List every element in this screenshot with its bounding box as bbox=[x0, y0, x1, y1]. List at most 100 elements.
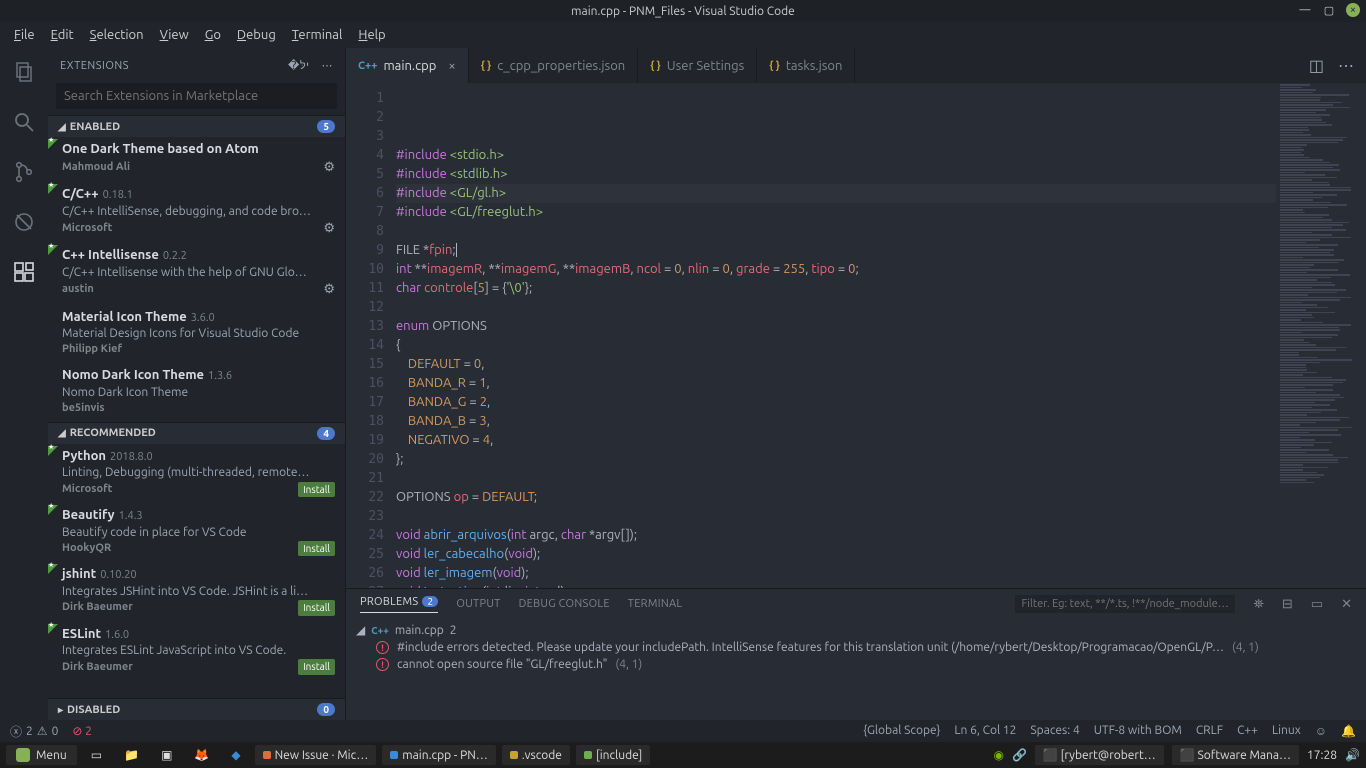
menu-go[interactable]: Go bbox=[197, 26, 229, 44]
tray-terminal[interactable]: ⬛ [rybert@robert… bbox=[1035, 745, 1164, 765]
extension-item[interactable]: One Dark Theme based on AtomMahmoud Ali⚙ bbox=[48, 137, 345, 182]
taskbar-firefox[interactable]: 🦊 bbox=[186, 745, 217, 765]
status-cursor-pos[interactable]: Ln 6, Col 12 bbox=[954, 724, 1016, 738]
sidebar-title: EXTENSIONS bbox=[60, 60, 129, 72]
menu-view[interactable]: View bbox=[152, 26, 197, 44]
install-button[interactable]: Install bbox=[298, 600, 335, 616]
taskbar-show-desktop[interactable]: ▭ bbox=[83, 745, 110, 765]
problems-filter-input[interactable] bbox=[1015, 595, 1235, 613]
editor-tab[interactable]: { }c_cpp_properties.json bbox=[469, 48, 639, 83]
line-gutter: 1234567891011121314151617181920212223242… bbox=[346, 83, 396, 588]
taskbar-window[interactable]: main.cpp - PN… bbox=[382, 745, 496, 765]
code-editor[interactable]: #include <stdio.h>#include <stdlib.h>#in… bbox=[396, 83, 1276, 588]
panel: PROBLEMS2 OUTPUT DEBUG CONSOLE TERMINAL … bbox=[346, 588, 1366, 720]
menu-terminal[interactable]: Terminal bbox=[284, 26, 351, 44]
star-icon bbox=[48, 624, 58, 634]
taskbar-window[interactable]: [include] bbox=[576, 745, 650, 765]
section-recommended[interactable]: ◢RECOMMENDED 4 bbox=[48, 422, 345, 444]
extension-item[interactable]: Python2018.8.0Linting, Debugging (multi-… bbox=[48, 444, 345, 503]
window-maximize-icon[interactable]: ▢ bbox=[1322, 3, 1336, 17]
section-disabled[interactable]: ▸DISABLED 0 bbox=[48, 698, 345, 720]
tray-nvidia-icon[interactable]: ◉ bbox=[993, 748, 1003, 762]
status-bell-icon[interactable]: 🔔 bbox=[1341, 724, 1356, 738]
panel-tab-terminal[interactable]: TERMINAL bbox=[628, 598, 683, 610]
split-editor-icon[interactable]: ◫ bbox=[1309, 56, 1324, 75]
star-icon bbox=[48, 245, 58, 255]
cpp-file-icon: C++ bbox=[358, 60, 377, 72]
taskbar-terminal[interactable]: ▣ bbox=[153, 745, 180, 765]
editor-tab[interactable]: { }User Settings bbox=[638, 48, 757, 83]
status-errors[interactable]: ⓧ 2 ⚠ 0 bbox=[10, 723, 58, 740]
problems-file[interactable]: ◢ C++ main.cpp 2 bbox=[346, 621, 1366, 639]
extension-item[interactable]: C++ Intellisense0.2.2C/C++ Intellisense … bbox=[48, 243, 345, 304]
tray-network-icon[interactable]: 🔗 bbox=[1012, 748, 1027, 762]
tray-volume-icon[interactable]: 🔊 bbox=[1345, 748, 1360, 762]
install-button[interactable]: Install bbox=[298, 482, 335, 498]
tray-clock[interactable]: 17:28 bbox=[1307, 749, 1337, 762]
close-tab-icon[interactable]: × bbox=[448, 59, 455, 73]
menu-debug[interactable]: Debug bbox=[229, 26, 284, 44]
window-minimize-icon[interactable]: — bbox=[1298, 3, 1312, 17]
taskbar-vscode[interactable]: ◆ bbox=[223, 745, 248, 765]
activity-debug-icon[interactable] bbox=[10, 208, 38, 236]
status-indent[interactable]: Spaces: 4 bbox=[1030, 724, 1079, 738]
status-eol[interactable]: CRLF bbox=[1196, 724, 1223, 738]
extension-item[interactable]: Material Icon Theme3.6.0Material Design … bbox=[48, 305, 345, 364]
problem-message[interactable]: !cannot open source file "GL/freeglut.h"… bbox=[346, 656, 1366, 673]
install-button[interactable]: Install bbox=[298, 659, 335, 675]
install-button[interactable]: Install bbox=[298, 541, 335, 557]
activity-explorer-icon[interactable] bbox=[10, 58, 38, 86]
taskbar-window[interactable]: .vscode bbox=[502, 745, 570, 765]
status-scope[interactable]: {Global Scope} bbox=[863, 724, 940, 738]
activity-search-icon[interactable] bbox=[10, 108, 38, 136]
gear-icon[interactable]: ⚙ bbox=[323, 281, 335, 299]
mint-logo-icon bbox=[16, 748, 30, 762]
app-icon bbox=[510, 751, 518, 759]
clear-extensions-icon[interactable]: �ילּ bbox=[288, 59, 309, 72]
status-scope[interactable]: ⊘ 2 bbox=[72, 724, 92, 738]
extension-item[interactable]: Beautify1.4.3Beautify code in place for … bbox=[48, 503, 345, 562]
section-enabled[interactable]: ◢ENABLED 5 bbox=[48, 115, 345, 137]
search-extensions-input[interactable] bbox=[56, 83, 337, 109]
json-file-icon: { } bbox=[481, 60, 492, 72]
problem-message[interactable]: !#include errors detected. Please update… bbox=[346, 639, 1366, 656]
editor-area: C++main.cpp×{ }c_cpp_properties.json{ }U… bbox=[346, 48, 1366, 720]
panel-tab-problems[interactable]: PROBLEMS2 bbox=[360, 596, 438, 613]
error-icon: ! bbox=[376, 641, 389, 654]
editor-tab[interactable]: { }tasks.json bbox=[757, 48, 855, 83]
minimap[interactable] bbox=[1276, 83, 1366, 588]
extension-item[interactable]: Nomo Dark Icon Theme1.3.6Nomo Dark Icon … bbox=[48, 363, 345, 422]
more-actions-icon[interactable]: ⋯ bbox=[322, 59, 334, 72]
cpp-file-icon: C++ bbox=[371, 625, 389, 636]
extension-item[interactable]: ESLint1.6.0Integrates ESLint JavaScript … bbox=[48, 622, 345, 681]
menu-help[interactable]: Help bbox=[350, 26, 393, 44]
error-icon: ! bbox=[376, 658, 389, 671]
tray-software-manager[interactable]: ⬛ Software Mana… bbox=[1172, 745, 1299, 765]
status-feedback-icon[interactable]: ☺ bbox=[1315, 724, 1327, 738]
panel-tab-output[interactable]: OUTPUT bbox=[456, 598, 500, 610]
status-language[interactable]: C++ bbox=[1237, 724, 1258, 738]
taskbar-window[interactable]: New Issue · Mic… bbox=[255, 745, 377, 765]
editor-tab[interactable]: C++main.cpp× bbox=[346, 48, 469, 83]
json-file-icon: { } bbox=[650, 60, 661, 72]
status-encoding[interactable]: UTF-8 with BOM bbox=[1094, 724, 1182, 738]
window-close-icon[interactable]: × bbox=[1346, 3, 1360, 17]
activity-scm-icon[interactable] bbox=[10, 158, 38, 186]
panel-close-icon[interactable]: ✕ bbox=[1341, 597, 1352, 612]
menu-selection[interactable]: Selection bbox=[82, 26, 152, 44]
panel-maximize-icon[interactable]: ▭ bbox=[1311, 597, 1323, 612]
os-menu-button[interactable]: Menu bbox=[6, 745, 77, 765]
menu-file[interactable]: File bbox=[6, 26, 43, 44]
filter-settings-icon[interactable]: ⛯ bbox=[1253, 597, 1263, 612]
gear-icon[interactable]: ⚙ bbox=[323, 220, 335, 238]
editor-more-icon[interactable]: ⋯ bbox=[1338, 56, 1354, 75]
collapse-all-icon[interactable]: ⊟ bbox=[1282, 597, 1293, 612]
status-os[interactable]: Linux bbox=[1272, 724, 1301, 738]
extension-item[interactable]: jshint0.10.20Integrates JSHint into VS C… bbox=[48, 562, 345, 621]
menu-edit[interactable]: Edit bbox=[43, 26, 82, 44]
activity-extensions-icon[interactable] bbox=[10, 258, 38, 286]
extension-item[interactable]: C/C++0.18.1C/C++ IntelliSense, debugging… bbox=[48, 182, 345, 243]
panel-tab-debug[interactable]: DEBUG CONSOLE bbox=[519, 598, 610, 610]
taskbar-files[interactable]: 📁 bbox=[116, 745, 147, 765]
gear-icon[interactable]: ⚙ bbox=[323, 159, 335, 177]
